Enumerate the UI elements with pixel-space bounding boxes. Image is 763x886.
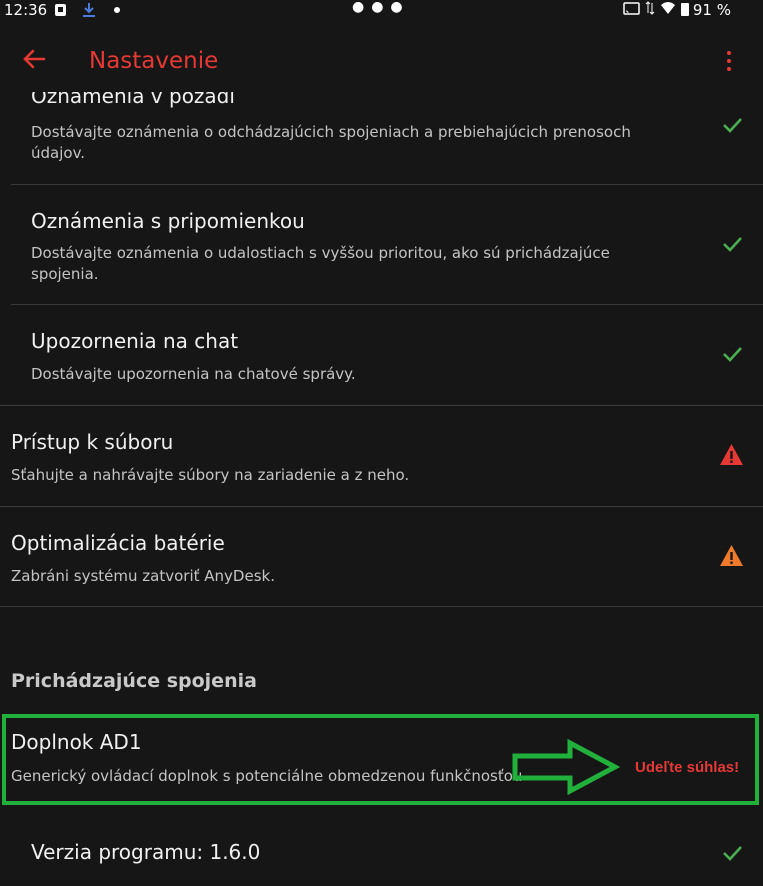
setting-label: Prístup k súboru (11, 430, 174, 454)
pager-dots-icon: ●●● (352, 0, 410, 15)
setting-description: Dostávajte upozornenia na chatové správy… (31, 365, 356, 383)
section-header-incoming: Prichádzajúce spojenia (11, 670, 257, 692)
notification-icon (54, 2, 68, 22)
setting-label: Oznámenia s pripomienkou (31, 209, 305, 233)
setting-description: Sťahujte a nahrávajte súbory na zariaden… (11, 466, 410, 484)
battery-percent: 91 % (692, 1, 731, 19)
app-version: Verzia programu: 1.6.0 (0, 812, 763, 886)
dot-icon (113, 3, 121, 18)
app-bar: Nastavenie (0, 38, 763, 88)
page-title: Nastavenie (89, 48, 219, 74)
arrow-left-icon (23, 49, 46, 69)
setting-file-access[interactable]: Prístup k súboru Sťahujte a nahrávajte s… (0, 406, 763, 506)
cast-icon (622, 2, 640, 15)
back-button[interactable] (22, 46, 46, 76)
setting-description: Dostávajte oznámenia o odchádzajúcich sp… (31, 123, 631, 162)
setting-reminder-notifications[interactable]: Oznámenia s pripomienkou Dostávajte ozná… (0, 185, 763, 305)
check-icon (723, 347, 742, 362)
check-icon (723, 118, 742, 133)
battery-icon (680, 3, 689, 16)
setting-description: Zabráni systému zatvoriť AnyDesk. (11, 567, 275, 585)
warning-triangle-icon (720, 444, 743, 465)
status-right: 91 % (622, 1, 731, 19)
version-label: Verzia programu: 1.6.0 (31, 840, 261, 864)
setting-chat-notifications[interactable]: Upozornenia na chat Dostávajte upozornen… (0, 305, 763, 405)
status-time: 12:36 (4, 1, 48, 19)
grant-permission-button[interactable]: Udeľte súhlas! (635, 759, 739, 776)
status-bar: 12:36 ●●● 91 % (0, 0, 763, 22)
more-vert-icon (727, 51, 731, 55)
download-icon (82, 2, 96, 22)
setting-battery-optimization[interactable]: Optimalizácia batérie Zabráni systému za… (0, 507, 763, 607)
setting-description: Dostávajte oznámenia o udalostiach s vyš… (31, 244, 610, 283)
setting-label: Upozornenia na chat (31, 329, 239, 353)
setting-label: Oznámenia v pozadí (31, 92, 235, 108)
setting-background-notifications[interactable]: Oznámenia v pozadí Dostávajte oznámenia … (0, 92, 763, 185)
check-icon (723, 846, 742, 861)
check-icon (723, 237, 742, 252)
arrow-right-icon (512, 739, 620, 795)
settings-list[interactable]: Oznámenia v pozadí Dostávajte oznámenia … (0, 92, 763, 886)
warning-triangle-icon (720, 545, 743, 566)
setting-label: Optimalizácia batérie (11, 531, 225, 555)
data-arrows-icon (645, 1, 655, 15)
more-menu-button[interactable] (727, 51, 733, 75)
wifi-icon (661, 2, 676, 14)
divider (0, 606, 763, 607)
